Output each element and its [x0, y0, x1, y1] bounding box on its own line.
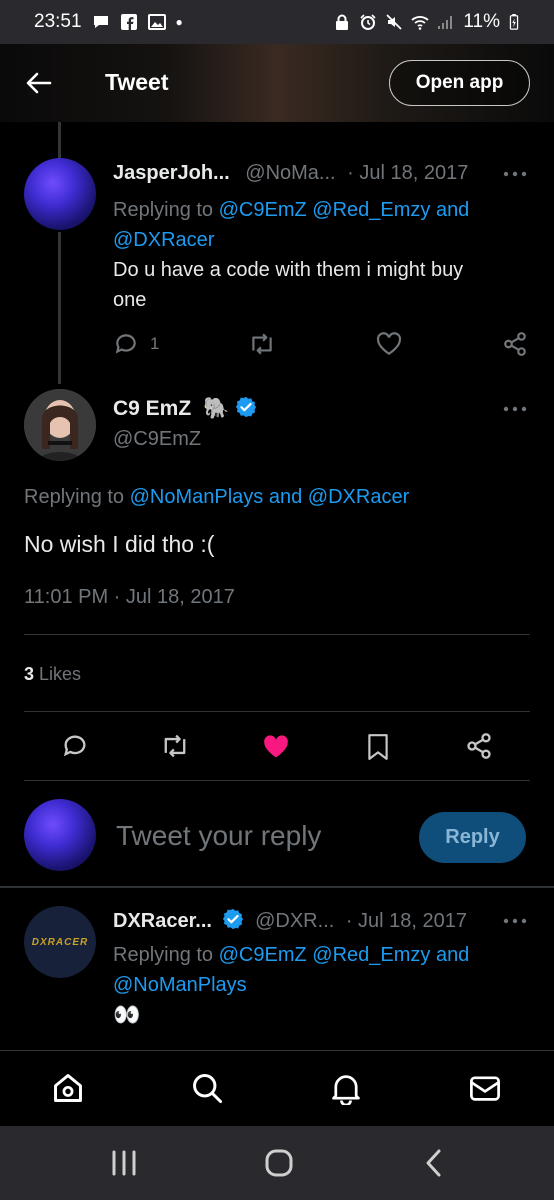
- handle: @C9EmZ: [113, 428, 202, 450]
- alarm-icon: [360, 14, 376, 30]
- reply-icon[interactable]: [113, 331, 139, 357]
- avatar[interactable]: [24, 389, 96, 461]
- facebook-icon: [120, 14, 137, 30]
- replying-mentions[interactable]: @C9EmZ @Red_Emzy and: [219, 944, 470, 966]
- like-icon[interactable]: [376, 332, 402, 356]
- replying-mentions[interactable]: @C9EmZ @Red_Emzy and: [219, 199, 470, 221]
- top-header: Tweet Open app: [0, 44, 554, 122]
- display-name[interactable]: JasperJoh...: [113, 162, 230, 184]
- system-nav-bar: [0, 1126, 554, 1200]
- reply-input[interactable]: Tweet your reply: [116, 820, 321, 852]
- more-options-icon[interactable]: [503, 170, 527, 178]
- dxracer-logo: DXRACER: [31, 936, 89, 948]
- more-options-icon[interactable]: [503, 917, 527, 925]
- home-icon[interactable]: [51, 1071, 85, 1105]
- replying-prefix: Replying to: [113, 199, 214, 221]
- tweet-timestamp[interactable]: 11:01 PM · Jul 18, 2017: [24, 586, 235, 609]
- page-title: Tweet: [105, 69, 169, 95]
- divider: [0, 886, 554, 888]
- more-options-icon[interactable]: [503, 405, 527, 413]
- likes-summary[interactable]: 3 Likes: [24, 664, 81, 685]
- divider: [24, 780, 530, 781]
- likes-label: Likes: [39, 664, 82, 684]
- replying-mentions-2[interactable]: @DXRacer: [113, 225, 214, 255]
- back-nav-icon[interactable]: [424, 1148, 444, 1178]
- message-icon: [93, 16, 108, 28]
- verified-badge-icon: [222, 908, 243, 930]
- gallery-icon: [147, 14, 166, 30]
- tweet-date[interactable]: · Jul 18, 2017: [346, 910, 467, 932]
- bottom-nav: [0, 1050, 554, 1126]
- verified-badge-icon: [235, 396, 257, 418]
- thread-line-top: [58, 122, 61, 160]
- reply-count: 1: [150, 334, 160, 353]
- replying-mentions-2[interactable]: @NoManPlays: [113, 970, 247, 1000]
- battery-charging-icon: [509, 14, 519, 30]
- handle: @DXR...: [255, 910, 335, 932]
- thread-line: [58, 232, 61, 384]
- reply-icon[interactable]: [61, 732, 89, 760]
- notifications-bell-icon[interactable]: [329, 1071, 363, 1105]
- bookmark-icon[interactable]: [367, 733, 389, 761]
- share-icon[interactable]: [465, 732, 493, 760]
- replying-prefix: Replying to: [113, 944, 214, 966]
- display-name[interactable]: DXRacer...: [113, 910, 212, 932]
- avatar-portrait: [24, 389, 96, 461]
- mute-icon: [386, 14, 403, 30]
- status-bar: 23:51 ● 11%: [0, 0, 554, 44]
- elephant-emoji-icon: 🐘: [203, 397, 230, 420]
- tweet-text: No wish I did tho :(: [24, 531, 215, 557]
- search-icon[interactable]: [190, 1071, 224, 1105]
- dot-icon: ●: [175, 15, 183, 29]
- messages-envelope-icon[interactable]: [468, 1071, 502, 1105]
- divider: [24, 711, 530, 712]
- reply-button[interactable]: Reply: [419, 812, 526, 863]
- display-name[interactable]: C9 EmZ: [113, 397, 191, 420]
- replying-mentions[interactable]: @NoManPlays and @DXRacer: [130, 486, 410, 508]
- tweet-text: 👀: [113, 1002, 141, 1027]
- replying-prefix: Replying to: [24, 486, 125, 508]
- battery-percent: 11%: [463, 11, 500, 32]
- retweet-icon[interactable]: [160, 733, 190, 759]
- wifi-icon: [411, 16, 429, 30]
- handle: @NoMa...: [245, 162, 336, 184]
- open-app-button[interactable]: Open app: [389, 60, 530, 106]
- retweet-icon[interactable]: [248, 332, 276, 356]
- avatar[interactable]: DXRACER: [24, 906, 96, 978]
- divider: [24, 634, 530, 635]
- avatar: [24, 799, 96, 871]
- likes-count: 3: [24, 664, 35, 684]
- avatar[interactable]: [24, 158, 96, 230]
- signal-icon: [438, 16, 453, 29]
- tweet-date[interactable]: · Jul 18, 2017: [347, 162, 468, 184]
- status-time: 23:51: [34, 11, 82, 32]
- tweet-text: Do u have a code with them i might buy: [113, 259, 464, 281]
- liked-heart-icon[interactable]: [262, 734, 290, 760]
- recent-apps-icon[interactable]: [110, 1150, 138, 1176]
- tweet-text-2: one: [113, 289, 147, 311]
- share-icon[interactable]: [502, 331, 528, 357]
- back-arrow-icon[interactable]: [24, 68, 54, 98]
- lock-icon: [336, 14, 349, 30]
- home-button-icon[interactable]: [264, 1148, 294, 1178]
